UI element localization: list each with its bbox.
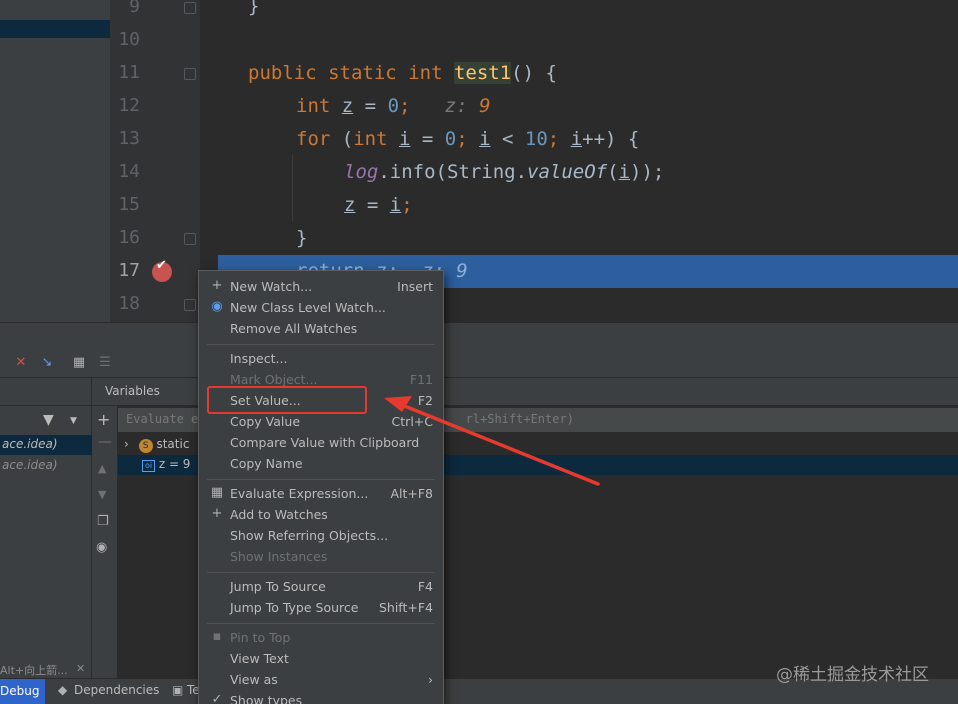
- annotation-arrow: [384, 396, 600, 486]
- annotation-arrow-line: [400, 403, 600, 486]
- annotation-arrow-head: [384, 396, 412, 412]
